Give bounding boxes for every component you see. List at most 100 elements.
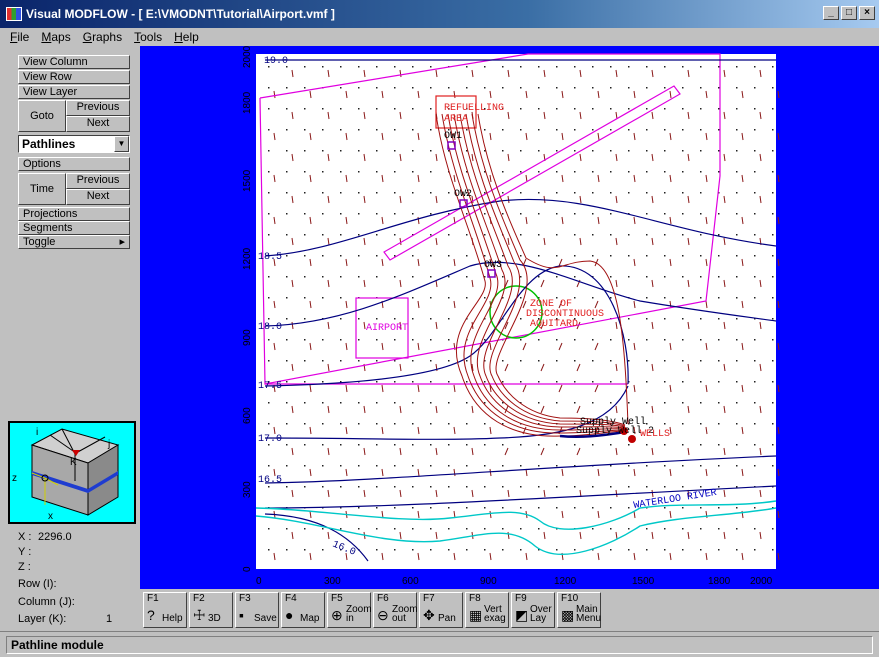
cube-k-label: K [70, 457, 77, 468]
view-layer-button[interactable]: View Layer [18, 85, 130, 99]
orientation-cube: i j K z x [8, 421, 136, 524]
cube-j-label: j [107, 439, 110, 450]
fkey-label: Main Menu [576, 604, 602, 624]
left-panel: View Column View Row View Layer Goto Pre… [0, 46, 140, 631]
fkey-label: Pan [438, 613, 456, 624]
column-readout: Column (J): [18, 596, 75, 608]
title-bar: Visual MODFLOW - [ E:\VMODNT\Tutorial\Ai… [0, 0, 879, 28]
contour-label-16-5: 16.5 [258, 475, 282, 486]
segments-button[interactable]: Segments [18, 221, 130, 235]
wells-label: WELLS [640, 429, 670, 440]
layer-label: Layer (K): [18, 613, 67, 625]
fkey-label: 3D [208, 613, 221, 624]
time-button[interactable]: Time [18, 173, 66, 205]
goto-next-button[interactable]: Next [66, 116, 130, 132]
chevron-down-icon[interactable]: ▼ [114, 136, 129, 152]
fkey-label: Zoom in [346, 604, 372, 624]
minimize-button[interactable]: _ [823, 6, 839, 20]
fkey-3d-button[interactable]: F2 ☩ 3D [189, 592, 233, 628]
options-button[interactable]: Options [18, 157, 130, 171]
fkey-zoom-out-button[interactable]: F6 ⊖ Zoom out [373, 592, 418, 628]
menu-graphs[interactable]: Graphs [77, 30, 128, 44]
view-row-button[interactable]: View Row [18, 70, 130, 84]
x-label: X : [18, 531, 32, 543]
status-bar: Pathline module [0, 631, 879, 657]
fkey-label: Zoom out [392, 604, 418, 624]
x-tick-300: 300 [324, 576, 341, 587]
x-tick-1500: 1500 [632, 576, 655, 587]
time-next-button[interactable]: Next [66, 189, 130, 205]
chevron-right-icon: ▸ [119, 236, 125, 248]
contour-label-18: 18.0 [258, 322, 282, 333]
fkey-number: F8 [469, 593, 481, 604]
menu-tools[interactable]: Tools [128, 30, 168, 44]
fkey-help-button[interactable]: F1? Help [143, 592, 187, 628]
x-tick-1200: 1200 [554, 576, 577, 587]
time-previous-button[interactable]: Previous [66, 173, 130, 189]
fkey-pan-button[interactable]: F7 ✥ Pan [419, 592, 463, 628]
view-column-button[interactable]: View Column [18, 55, 130, 69]
close-button[interactable]: × [859, 6, 875, 20]
cube-x-label: x [48, 511, 53, 522]
cube-z-label: z [12, 473, 17, 484]
y-tick-600: 600 [242, 407, 253, 424]
status-text: Pathline module [6, 636, 873, 654]
map-icon: ● [285, 607, 294, 623]
x-value: 2296.0 [38, 531, 72, 543]
vert-exag-icon: ▦ [469, 607, 483, 623]
z-label: Z : [18, 561, 31, 573]
projections-button[interactable]: Projections [18, 207, 130, 221]
plan-view-plot[interactable]: REFUELLING AREA OW1 OW2 OW3 AIRPORT ZONE… [140, 46, 879, 589]
y-tick-1500: 1500 [242, 169, 253, 192]
fkey-number: F9 [515, 593, 527, 604]
toggle-button[interactable]: Toggle ▸ [18, 235, 130, 249]
function-key-bar: F1? Help F2 ☩ 3D F3 ▪ Save F4 ● Map F5 ⊕ Zoom in F6 ⊖ Zo… [140, 589, 879, 631]
maximize-button[interactable]: □ [841, 6, 857, 20]
menu-maps[interactable]: Maps [35, 30, 76, 44]
overlay-icon: ◩ [515, 607, 529, 623]
toggle-label: Toggle [23, 236, 56, 248]
fkey-map-button[interactable]: F4 ● Map [281, 592, 325, 628]
contour-label-17-5: 17.5 [258, 381, 282, 392]
y-tick-1800: 1800 [242, 91, 253, 114]
fkey-number: F6 [377, 593, 389, 604]
window-title: Visual MODFLOW - [ E:\VMODNT\Tutorial\Ai… [26, 7, 335, 21]
fkey-main-menu-button[interactable]: F10 ▩ Main Menu [557, 592, 601, 628]
y-label: Y : [18, 546, 32, 558]
help-icon: ? [147, 607, 155, 623]
x-readout: X : 2296.0 [18, 531, 72, 543]
goto-previous-button[interactable]: Previous [66, 100, 130, 116]
menu-file[interactable]: File [4, 30, 35, 44]
x-tick-2000: 2000 [750, 576, 773, 587]
layer-readout: Layer (K): 1 [18, 613, 130, 625]
y-readout: Y : [18, 546, 31, 558]
fkey-vert-exag-button[interactable]: F8 ▦ Vert exag [465, 592, 509, 628]
ow1-label: OW1 [444, 131, 462, 142]
mode-select[interactable]: Pathlines ▼ [18, 135, 130, 153]
airport-label: AIRPORT [366, 323, 408, 334]
contour-label-18-5: 18.5 [258, 252, 282, 263]
fkey-zoom-in-button[interactable]: F5 ⊕ Zoom in [327, 592, 372, 628]
fkey-number: F2 [193, 593, 205, 604]
fkey-number: F5 [331, 593, 343, 604]
3d-icon: ☩ [193, 607, 206, 623]
zone-label-3: AQUITARD [530, 319, 578, 330]
contour-label-17: 17.0 [258, 434, 282, 445]
fkey-number: F4 [285, 593, 297, 604]
menu-help[interactable]: Help [168, 30, 205, 44]
y-tick-0: 0 [242, 566, 253, 572]
goto-button[interactable]: Goto [18, 100, 66, 132]
fkey-label: Map [300, 613, 320, 624]
refuelling-label: REFUELLING [444, 103, 504, 114]
save-icon: ▪ [239, 607, 244, 623]
fkey-number: F1 [147, 593, 159, 604]
fkey-save-button[interactable]: F3 ▪ Save [235, 592, 279, 628]
x-tick-1800: 1800 [708, 576, 731, 587]
mode-select-value: Pathlines [22, 137, 76, 151]
y-tick-900: 900 [242, 329, 253, 346]
model-canvas[interactable]: REFUELLING AREA OW1 OW2 OW3 AIRPORT ZONE… [140, 46, 879, 589]
fkey-overlay-button[interactable]: F9 ◩ Over Lay [511, 592, 555, 628]
x-tick-600: 600 [402, 576, 419, 587]
contour-label-19: 19.0 [264, 56, 288, 67]
app-icon [6, 7, 22, 21]
